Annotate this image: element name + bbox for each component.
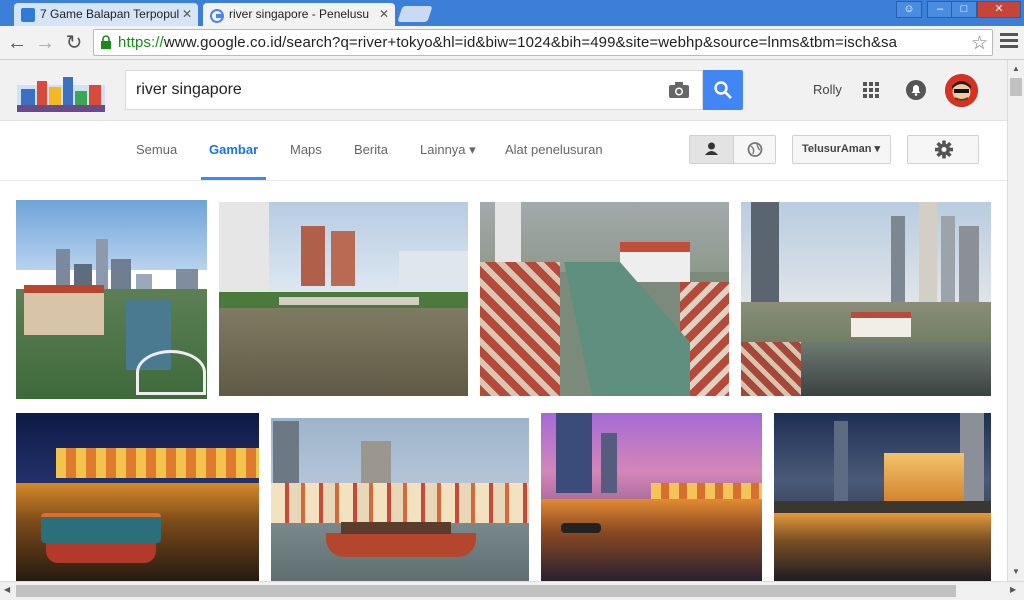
google-favicon-icon	[209, 8, 225, 23]
user-profile-button[interactable]: ☺	[896, 1, 922, 18]
search-tabs-bar: Semua Gambar Maps Berita Lainnya ▾ Alat …	[0, 121, 1007, 181]
scroll-up-arrow-icon[interactable]: ▲	[1012, 64, 1020, 73]
search-button[interactable]	[703, 70, 743, 110]
reload-icon[interactable]: ↻	[63, 32, 85, 54]
image-result[interactable]	[16, 200, 207, 399]
horizontal-scroll-thumb[interactable]	[16, 585, 956, 597]
url-text: https://www.google.co.id/search?q=river+…	[118, 34, 898, 51]
tab-all[interactable]: Semua	[136, 142, 177, 157]
new-tab-button[interactable]	[397, 6, 433, 22]
image-result[interactable]	[219, 202, 468, 396]
search-box[interactable]	[125, 70, 703, 110]
tab-close-icon[interactable]: ✕	[379, 3, 389, 26]
search-input[interactable]	[136, 79, 656, 101]
google-header: Rolly	[0, 60, 1007, 121]
scroll-right-arrow-icon[interactable]: ▶	[1010, 585, 1016, 594]
safe-search-dropdown[interactable]: TelusurAman ▾	[792, 135, 891, 164]
google-doodle-logo[interactable]	[17, 75, 105, 112]
image-result[interactable]	[16, 413, 259, 581]
settings-button[interactable]	[907, 135, 979, 164]
active-tab-indicator	[201, 177, 266, 180]
notifications-bell-icon[interactable]	[906, 80, 926, 100]
search-icon	[714, 81, 732, 99]
tab-images[interactable]: Gambar	[209, 142, 258, 157]
user-name[interactable]: Rolly	[813, 82, 842, 97]
tab-title: 7 Game Balapan Terpopul	[40, 7, 180, 21]
gear-icon	[935, 140, 953, 159]
image-result[interactable]	[741, 202, 991, 396]
personal-results-button[interactable]	[690, 136, 733, 163]
lock-icon	[101, 35, 111, 49]
tab-news[interactable]: Berita	[354, 142, 388, 157]
apps-grid-icon[interactable]	[863, 82, 881, 100]
scroll-left-arrow-icon[interactable]: ◀	[4, 585, 10, 594]
scroll-down-arrow-icon[interactable]: ▼	[1012, 567, 1020, 576]
chrome-menu-icon[interactable]	[1000, 33, 1018, 51]
image-result[interactable]	[541, 413, 762, 581]
tab-search-tools[interactable]: Alat penelusuran	[505, 142, 603, 157]
minimize-button[interactable]: –	[927, 1, 953, 18]
globe-icon	[747, 142, 763, 157]
horizontal-scrollbar[interactable]: ◀ ▶	[0, 581, 1024, 600]
tab-close-icon[interactable]: ✕	[182, 3, 192, 26]
vertical-scrollbar[interactable]: ▲ ▼	[1007, 60, 1024, 581]
image-result[interactable]	[480, 202, 729, 396]
window-close-button[interactable]: ✕	[977, 1, 1021, 18]
results-type-toggle	[689, 135, 776, 164]
vertical-scroll-thumb[interactable]	[1010, 78, 1022, 96]
back-arrow-icon[interactable]: ←	[6, 32, 28, 54]
site-favicon-icon	[21, 8, 35, 22]
bookmark-star-icon[interactable]: ☆	[971, 32, 988, 55]
browser-tab-search[interactable]: river singapore - Penelusu ✕	[203, 3, 395, 26]
image-result[interactable]	[774, 413, 991, 581]
maximize-button[interactable]: □	[951, 1, 977, 18]
browser-title-bar: 7 Game Balapan Terpopul ✕ river singapor…	[0, 0, 1024, 26]
browser-tab-game[interactable]: 7 Game Balapan Terpopul ✕	[14, 3, 198, 26]
tab-more[interactable]: Lainnya ▾	[420, 142, 476, 158]
tab-maps[interactable]: Maps	[290, 142, 322, 157]
forward-arrow-icon[interactable]: →	[34, 32, 56, 54]
avatar[interactable]	[945, 74, 978, 107]
image-result[interactable]	[271, 418, 529, 581]
browser-toolbar: ← → ↻ https://www.google.co.id/search?q=…	[0, 26, 1024, 60]
image-results-grid	[0, 181, 1007, 581]
camera-icon[interactable]	[668, 81, 690, 99]
person-icon	[705, 142, 718, 155]
address-bar[interactable]: https://www.google.co.id/search?q=river+…	[93, 29, 993, 56]
global-results-button[interactable]	[733, 136, 775, 163]
tab-title: river singapore - Penelusu	[229, 7, 370, 21]
